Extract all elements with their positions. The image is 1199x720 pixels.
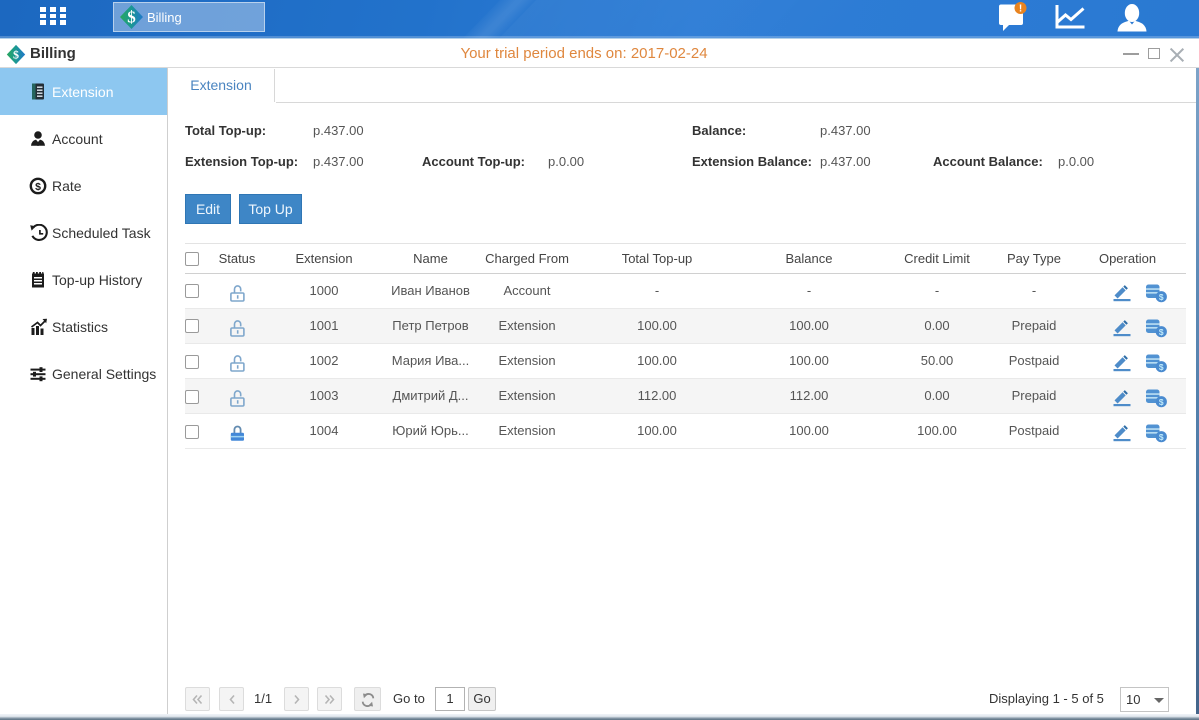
svg-text:$: $	[1159, 432, 1164, 442]
svg-text:$: $	[1159, 362, 1164, 372]
svg-text:$: $	[1159, 327, 1164, 337]
svg-text:$: $	[127, 8, 136, 27]
svg-text:$: $	[35, 181, 41, 193]
svg-text:$: $	[1159, 292, 1164, 302]
svg-text:!: !	[1019, 4, 1022, 15]
svg-text:$: $	[1159, 397, 1164, 407]
